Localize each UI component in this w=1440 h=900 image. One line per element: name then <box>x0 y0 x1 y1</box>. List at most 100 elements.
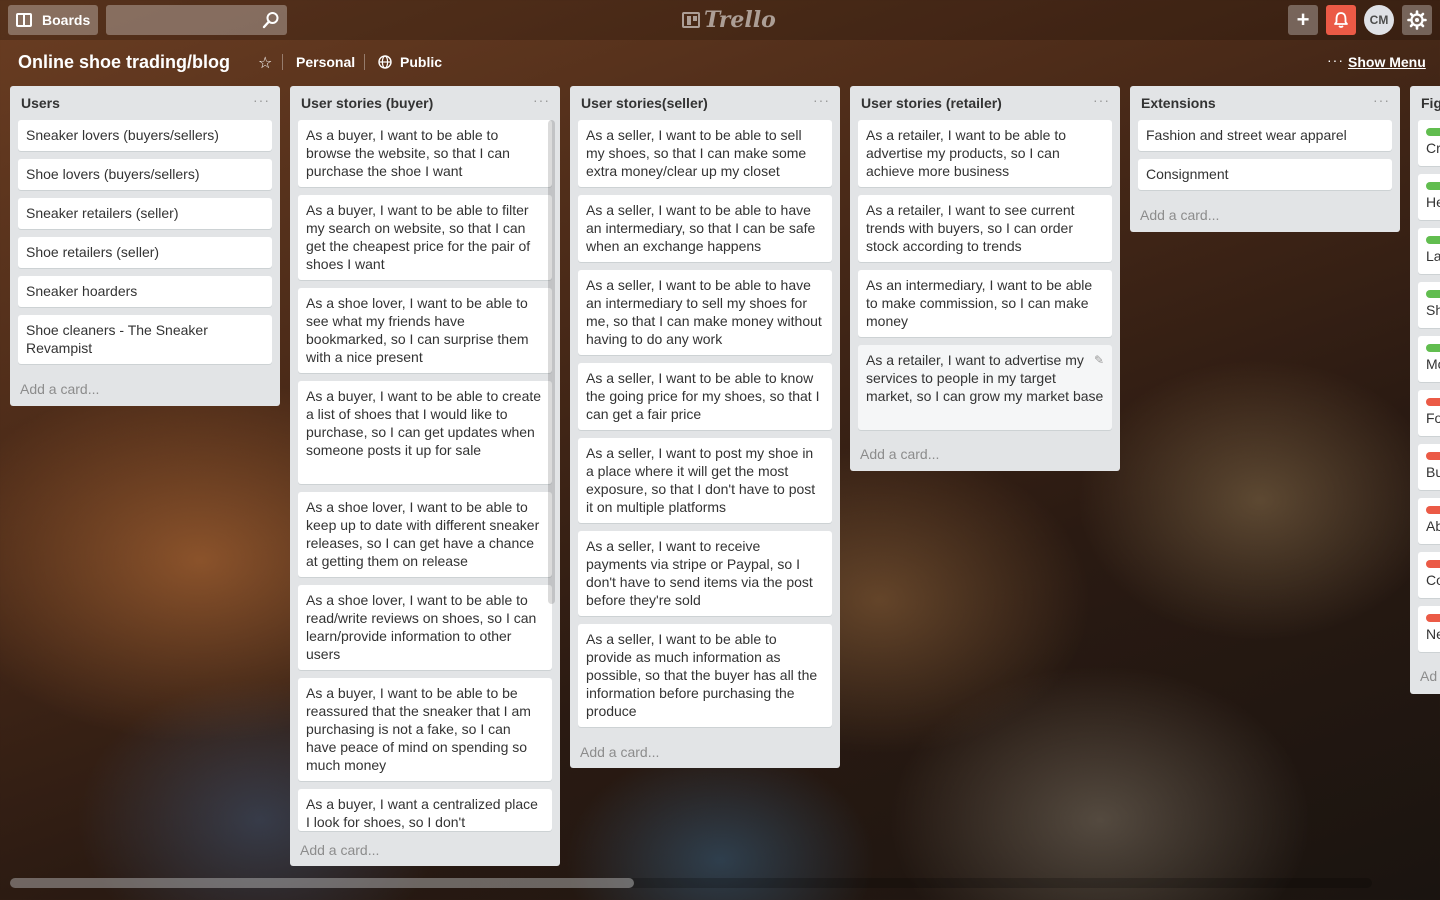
card[interactable]: As a buyer, I want to be able to filter … <box>298 195 552 280</box>
card[interactable]: Sneaker lovers (buyers/sellers) <box>18 120 272 151</box>
card-label <box>1426 452 1440 460</box>
card[interactable]: Fo <box>1418 390 1440 436</box>
card[interactable]: Shoe cleaners - The Sneaker Revampist <box>18 315 272 364</box>
card-text: Sh <box>1426 302 1440 318</box>
card-label <box>1426 290 1440 298</box>
card-text: Bu <box>1426 464 1440 480</box>
pencil-icon[interactable]: ✎ <box>1094 351 1104 369</box>
bell-icon <box>1334 12 1348 28</box>
card[interactable]: Consignment <box>1138 159 1392 190</box>
card[interactable]: Cr <box>1418 120 1440 166</box>
card[interactable]: As a shoe lover, I want to be able to re… <box>298 585 552 670</box>
card-label <box>1426 506 1440 514</box>
logo-text: Trello <box>704 7 776 33</box>
add-card-link[interactable]: Add a card... <box>20 381 99 397</box>
card[interactable]: Mo <box>1418 336 1440 382</box>
list-users: Users ··· Sneaker lovers (buyers/sellers… <box>10 86 280 406</box>
settings-button[interactable] <box>1402 5 1432 35</box>
list-user-stories-buyer: User stories (buyer) ··· As a buyer, I w… <box>290 86 560 866</box>
list-extensions: Extensions ··· Fashion and street wear a… <box>1130 86 1400 232</box>
card[interactable]: La <box>1418 228 1440 274</box>
card[interactable]: As a buyer, I want to be able to create … <box>298 381 552 484</box>
more-dots-icon[interactable]: ··· <box>1327 52 1344 68</box>
show-menu-link[interactable]: Show Menu <box>1348 54 1426 70</box>
card-label <box>1426 236 1440 244</box>
card[interactable]: Sneaker retailers (seller) <box>18 198 272 229</box>
card-hovered[interactable]: As a retailer, I want to advertise my se… <box>858 345 1112 430</box>
list-title[interactable]: User stories (retailer) <box>861 95 1002 111</box>
card[interactable]: Shoe lovers (buyers/sellers) <box>18 159 272 190</box>
card[interactable]: As a retailer, I want to see current tre… <box>858 195 1112 262</box>
visibility-button[interactable]: Public <box>400 54 442 70</box>
card[interactable]: As a seller, I want to be able to know t… <box>578 363 832 430</box>
list-menu-icon[interactable]: ··· <box>253 92 270 108</box>
card-text: Ab <box>1426 518 1440 534</box>
globe-icon <box>378 55 392 69</box>
boards-label: Boards <box>42 12 91 28</box>
gear-icon <box>1407 10 1427 30</box>
card[interactable]: Ab <box>1418 498 1440 544</box>
add-card-link[interactable]: Add a card... <box>1140 207 1219 223</box>
top-header: Boards Trello + CM <box>0 0 1440 40</box>
list-user-stories-retailer: User stories (retailer) ··· As a retaile… <box>850 86 1120 471</box>
add-card-link[interactable]: Ad <box>1420 668 1437 684</box>
add-card-link[interactable]: Add a card... <box>860 446 939 462</box>
card[interactable]: As a shoe lover, I want to be able to se… <box>298 288 552 373</box>
search-icon[interactable] <box>262 11 280 29</box>
card-text: Cr <box>1426 140 1440 156</box>
card[interactable]: Fashion and street wear apparel <box>1138 120 1392 151</box>
card[interactable]: Ne <box>1418 606 1440 652</box>
trello-logo[interactable]: Trello <box>682 7 776 33</box>
card[interactable]: As a shoe lover, I want to be able to ke… <box>298 492 552 577</box>
card[interactable]: As a buyer, I want to be able to be reas… <box>298 678 552 781</box>
add-card-link[interactable]: Add a card... <box>300 842 379 858</box>
card[interactable]: Sneaker hoarders <box>18 276 272 307</box>
boards-icon <box>16 13 32 27</box>
list-title[interactable]: Extensions <box>1141 95 1216 111</box>
list-title[interactable]: Fig <box>1421 95 1440 111</box>
board-title[interactable]: Online shoe trading/blog <box>18 52 230 73</box>
add-button[interactable]: + <box>1288 5 1318 35</box>
card[interactable]: He <box>1418 174 1440 220</box>
list-user-stories-seller: User stories(seller) ··· As a seller, I … <box>570 86 840 768</box>
card[interactable]: Shoe retailers (seller) <box>18 237 272 268</box>
boards-button[interactable]: Boards <box>8 5 98 35</box>
card[interactable]: As a buyer, I want to be able to browse … <box>298 120 552 187</box>
card[interactable]: Sh <box>1418 282 1440 328</box>
card[interactable]: As a seller, I want to be able to sell m… <box>578 120 832 187</box>
notifications-button[interactable] <box>1326 5 1356 35</box>
plus-icon: + <box>1296 7 1310 32</box>
card-label <box>1426 398 1440 406</box>
card-label <box>1426 128 1440 136</box>
card[interactable]: As a seller, I want to post my shoe in a… <box>578 438 832 523</box>
list-title[interactable]: User stories (buyer) <box>301 95 433 111</box>
card-label <box>1426 560 1440 568</box>
avatar-initials: CM <box>1369 13 1389 27</box>
card[interactable]: As a seller, I want to be able to have a… <box>578 270 832 355</box>
horizontal-scrollbar-thumb[interactable] <box>10 878 634 888</box>
avatar[interactable]: CM <box>1364 5 1394 35</box>
card-text: Mo <box>1426 356 1440 372</box>
card-text: La <box>1426 248 1440 264</box>
list-title[interactable]: User stories(seller) <box>581 95 708 111</box>
team-button[interactable]: Personal <box>296 54 355 70</box>
card[interactable]: Co <box>1418 552 1440 598</box>
list-menu-icon[interactable]: ··· <box>533 92 550 108</box>
search-input[interactable] <box>106 5 287 35</box>
list-title[interactable]: Users <box>21 95 60 111</box>
card[interactable]: As an intermediary, I want to be able to… <box>858 270 1112 337</box>
star-icon[interactable]: ☆ <box>258 53 272 73</box>
card[interactable]: As a buyer, I want a centralized place I… <box>298 789 552 831</box>
card[interactable]: As a seller, I want to be able to have a… <box>578 195 832 262</box>
list-menu-icon[interactable]: ··· <box>1373 92 1390 108</box>
list-scrollbar[interactable] <box>548 120 555 604</box>
card[interactable]: As a seller, I want to receive payments … <box>578 531 832 616</box>
list-menu-icon[interactable]: ··· <box>813 92 830 108</box>
list-menu-icon[interactable]: ··· <box>1093 92 1110 108</box>
card-text: Co <box>1426 572 1440 588</box>
card[interactable]: Bu <box>1418 444 1440 490</box>
card[interactable]: As a seller, I want to be able to provid… <box>578 624 832 727</box>
add-card-link[interactable]: Add a card... <box>580 744 659 760</box>
list-partial: Fig Cr He La Sh Mo Fo Bu Ab Co Ne Ad <box>1410 86 1440 694</box>
card[interactable]: As a retailer, I want to be able to adve… <box>858 120 1112 187</box>
